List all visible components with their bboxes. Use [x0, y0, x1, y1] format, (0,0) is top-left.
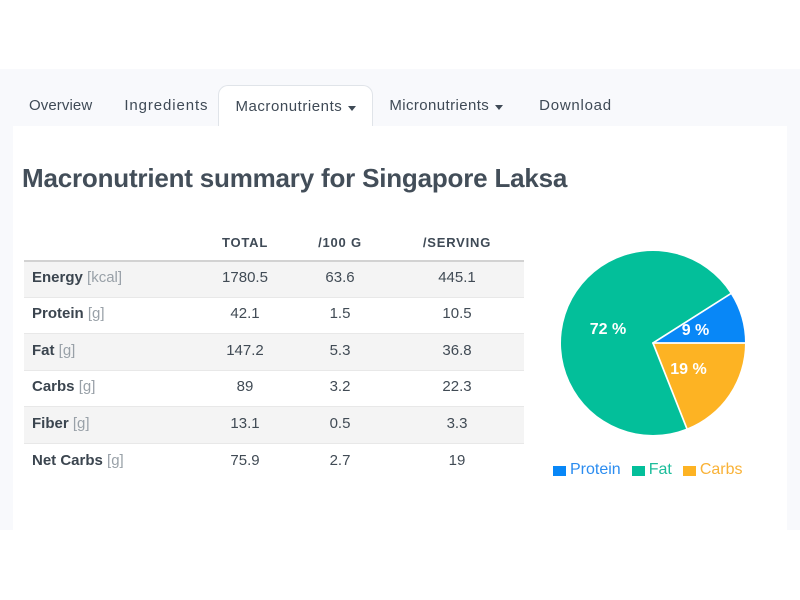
svg-text:19 %: 19 % — [670, 361, 706, 378]
svg-text:9 %: 9 % — [682, 322, 710, 339]
svg-text:72 %: 72 % — [590, 321, 626, 338]
